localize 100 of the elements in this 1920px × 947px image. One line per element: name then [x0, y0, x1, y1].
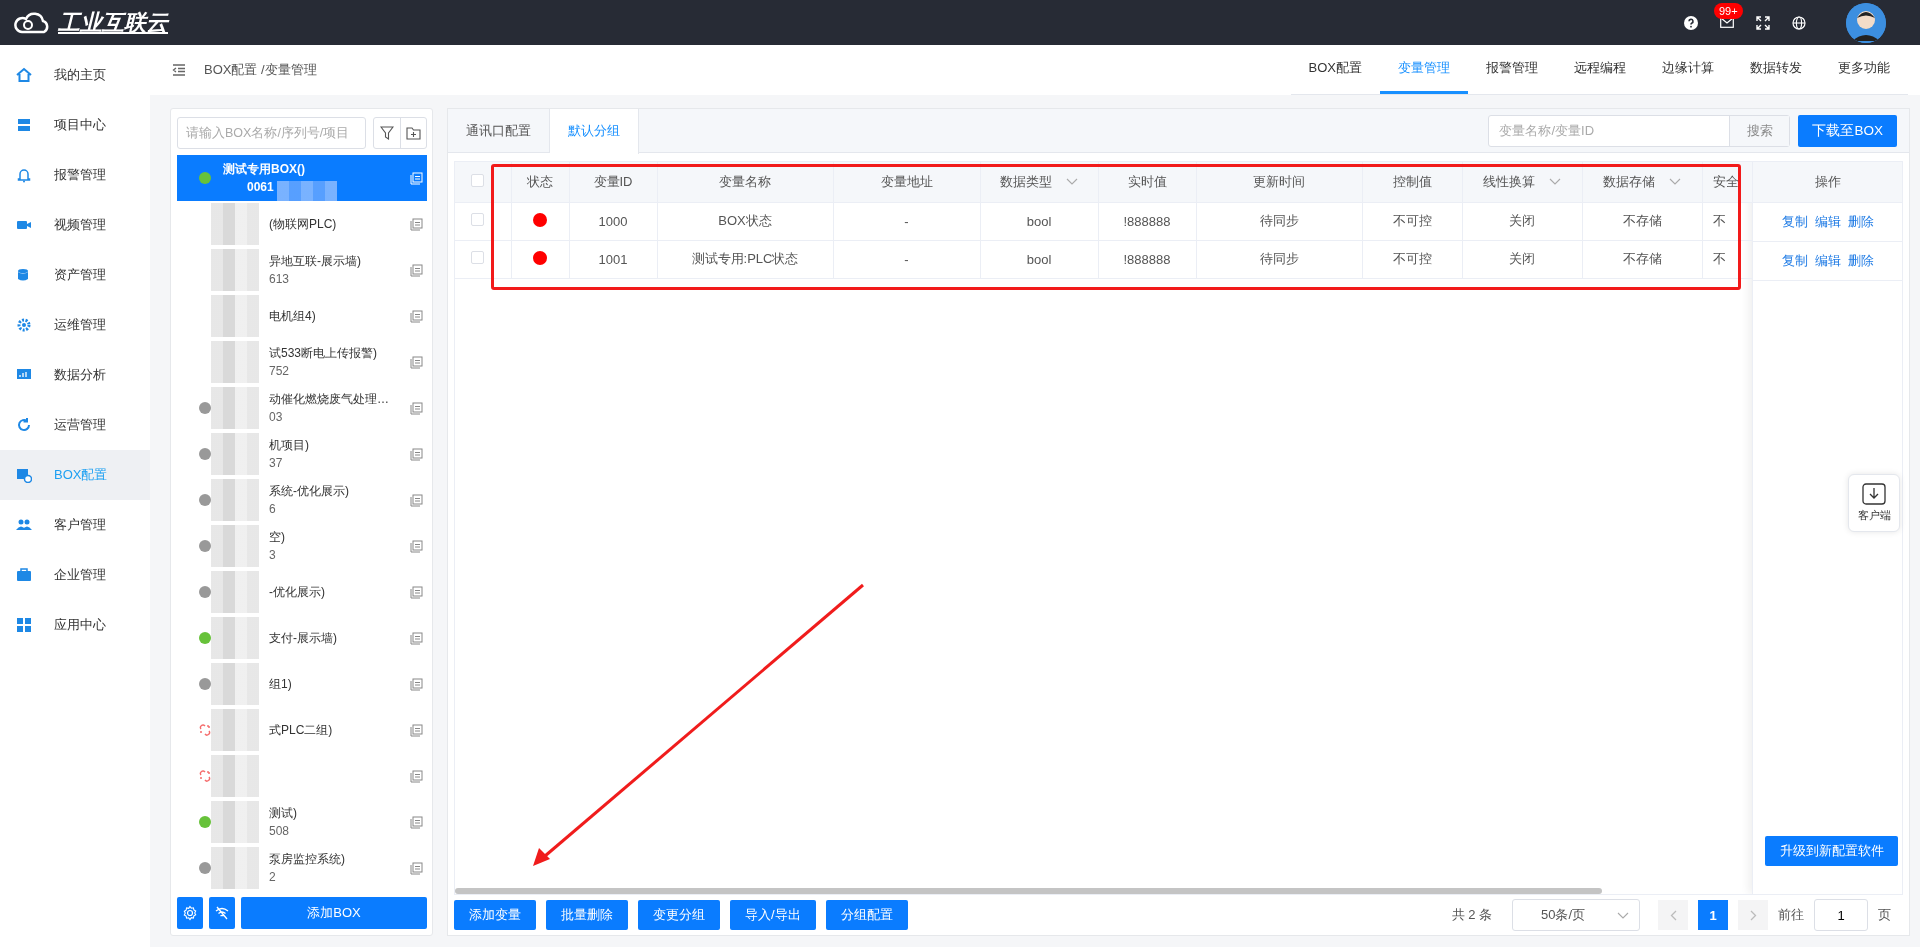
action-button[interactable]: 导入/导出 [730, 900, 816, 930]
box-serial: 752 [269, 364, 290, 378]
box-list-item[interactable]: 支付-展示墙) [177, 615, 427, 661]
client-label: 客户端 [1857, 508, 1891, 523]
upgrade-button[interactable]: 升级到新配置软件 [1765, 836, 1898, 866]
box-serial: 03 [269, 410, 283, 424]
copy-icon[interactable] [410, 631, 423, 645]
nav-tab[interactable]: BOX配置 [1290, 45, 1380, 94]
action-link[interactable]: 删除 [1847, 213, 1874, 231]
box-list-item[interactable]: 式PLC二组) [177, 707, 427, 753]
fullscreen-icon[interactable] [1756, 15, 1770, 30]
sidebar-item[interactable]: 视频管理 [0, 200, 150, 250]
users-icon [16, 517, 32, 533]
search-button[interactable]: 搜索 [1729, 115, 1790, 146]
select-all-checkbox[interactable] [471, 173, 484, 187]
action-link[interactable]: 编辑 [1814, 213, 1841, 231]
caret-icon[interactable] [1549, 178, 1561, 186]
search-field[interactable]: 请输入BOX名称/序列号/项目 [177, 117, 366, 149]
copy-icon[interactable] [410, 585, 423, 599]
page-number[interactable]: 1 [1698, 900, 1728, 930]
nav-tab[interactable]: 数据转发 [1732, 45, 1820, 94]
box-list-item[interactable]: (物联网PLC) [177, 201, 427, 247]
copy-icon[interactable] [410, 263, 423, 277]
goto-label: 前往 [1778, 906, 1804, 924]
box-list-item[interactable]: 异地互联-展示墙) 613 [177, 247, 427, 293]
action-button[interactable]: 添加变量 [454, 900, 536, 930]
copy-icon[interactable] [410, 723, 423, 737]
pixelated-area [211, 433, 259, 475]
box-list-item[interactable]: -优化展示) [177, 569, 427, 615]
avatar[interactable] [1846, 2, 1886, 43]
nav-tab[interactable]: 报警管理 [1468, 45, 1556, 94]
scrollbar[interactable] [455, 888, 1602, 894]
sidebar-item[interactable]: 数据分析 [0, 350, 150, 400]
column-header: 更新时间 [1253, 173, 1305, 189]
box-list-item[interactable]: 机项目) 37 [177, 431, 427, 477]
copy-icon[interactable] [410, 171, 423, 185]
copy-icon[interactable] [410, 401, 423, 415]
sidebar-item[interactable]: 运维管理 [0, 300, 150, 350]
action-link[interactable]: 删除 [1847, 252, 1874, 270]
copy-icon[interactable] [410, 815, 423, 829]
box-list-item[interactable]: 组1) [177, 661, 427, 707]
box-list-item[interactable]: 测试专用BOX() 0061 [177, 155, 427, 201]
row-checkbox[interactable] [471, 251, 484, 264]
box-list-item[interactable]: 动催化燃烧废气处理… 03 [177, 385, 427, 431]
sidebar-item[interactable]: 应用中心 [0, 600, 150, 650]
sidebar-item[interactable]: 我的主页 [0, 50, 150, 100]
copy-icon[interactable] [410, 861, 423, 875]
box-list-item[interactable]: 系统-优化展示) 6 [177, 477, 427, 523]
nav-tab[interactable]: 边缘计算 [1644, 45, 1732, 94]
row-checkbox[interactable] [471, 213, 484, 226]
box-name: 组1) [269, 676, 292, 692]
box-list-item[interactable]: 空) 3 [177, 523, 427, 569]
copy-icon[interactable] [410, 539, 423, 553]
copy-icon[interactable] [410, 493, 423, 507]
box-name: 动催化燃烧废气处理… [269, 392, 389, 407]
menu-fold-icon[interactable] [172, 64, 186, 76]
caret-icon[interactable] [1066, 178, 1078, 186]
download-to-box-button[interactable]: 下载至BOX [1798, 114, 1897, 147]
settings-button[interactable] [177, 897, 203, 929]
client-download-button[interactable]: 客户端 [1848, 474, 1900, 532]
box-list-item[interactable]: 电机组4) [177, 293, 427, 339]
notification-badge: 99+ [1714, 3, 1743, 19]
copy-icon[interactable] [410, 309, 423, 323]
sidebar-item[interactable]: 企业管理 [0, 550, 150, 600]
action-link[interactable]: 编辑 [1814, 252, 1841, 270]
pixelated-area [211, 341, 259, 383]
page-input[interactable]: 1 [1814, 899, 1868, 931]
box-list-item[interactable]: 泵房监控系统) 2 [177, 845, 427, 891]
variable-search-field[interactable]: 变量名称/变量ID 搜索 [1488, 114, 1791, 147]
copy-icon[interactable] [410, 217, 423, 231]
action-button[interactable]: 分组配置 [825, 900, 908, 930]
nav-tab[interactable]: 更多功能 [1820, 45, 1908, 94]
copy-icon[interactable] [410, 355, 423, 369]
help-icon[interactable] [1684, 15, 1698, 30]
action-link[interactable]: 复制 [1781, 252, 1808, 270]
globe-icon[interactable] [1792, 15, 1806, 30]
copy-icon[interactable] [410, 677, 423, 691]
box-list-item[interactable]: 试533断电上传报警) 752 [177, 339, 427, 385]
sidebar-item[interactable]: 资产管理 [0, 250, 150, 300]
table-cell: !888888 [1123, 251, 1171, 267]
copy-icon[interactable] [410, 769, 423, 783]
box-name: 机项目) [269, 438, 309, 453]
mail-icon[interactable] [1720, 17, 1734, 28]
action-button[interactable]: 批量删除 [546, 900, 628, 930]
nav-tab[interactable]: 远程编程 [1556, 45, 1644, 94]
add-box-button[interactable]: 添加BOX [241, 897, 427, 929]
action-link[interactable]: 复制 [1781, 213, 1808, 231]
sidebar-item[interactable]: 报警管理 [0, 150, 150, 200]
sidebar-item[interactable]: 客户管理 [0, 500, 150, 550]
pixelated-area [211, 663, 259, 705]
action-button[interactable]: 变更分组 [638, 900, 720, 930]
copy-icon[interactable] [410, 447, 423, 461]
sidebar-item[interactable]: 项目中心 [0, 100, 150, 150]
box-list-item[interactable]: 测试) 508 [177, 799, 427, 845]
page-size-select[interactable]: 50条/页 [1512, 899, 1640, 931]
pixelated-area [211, 525, 259, 567]
caret-icon[interactable] [1669, 178, 1681, 186]
briefcase-icon [16, 567, 32, 583]
wifi-off-button[interactable] [209, 897, 235, 929]
sidebar-item[interactable]: 运营管理 [0, 400, 150, 450]
